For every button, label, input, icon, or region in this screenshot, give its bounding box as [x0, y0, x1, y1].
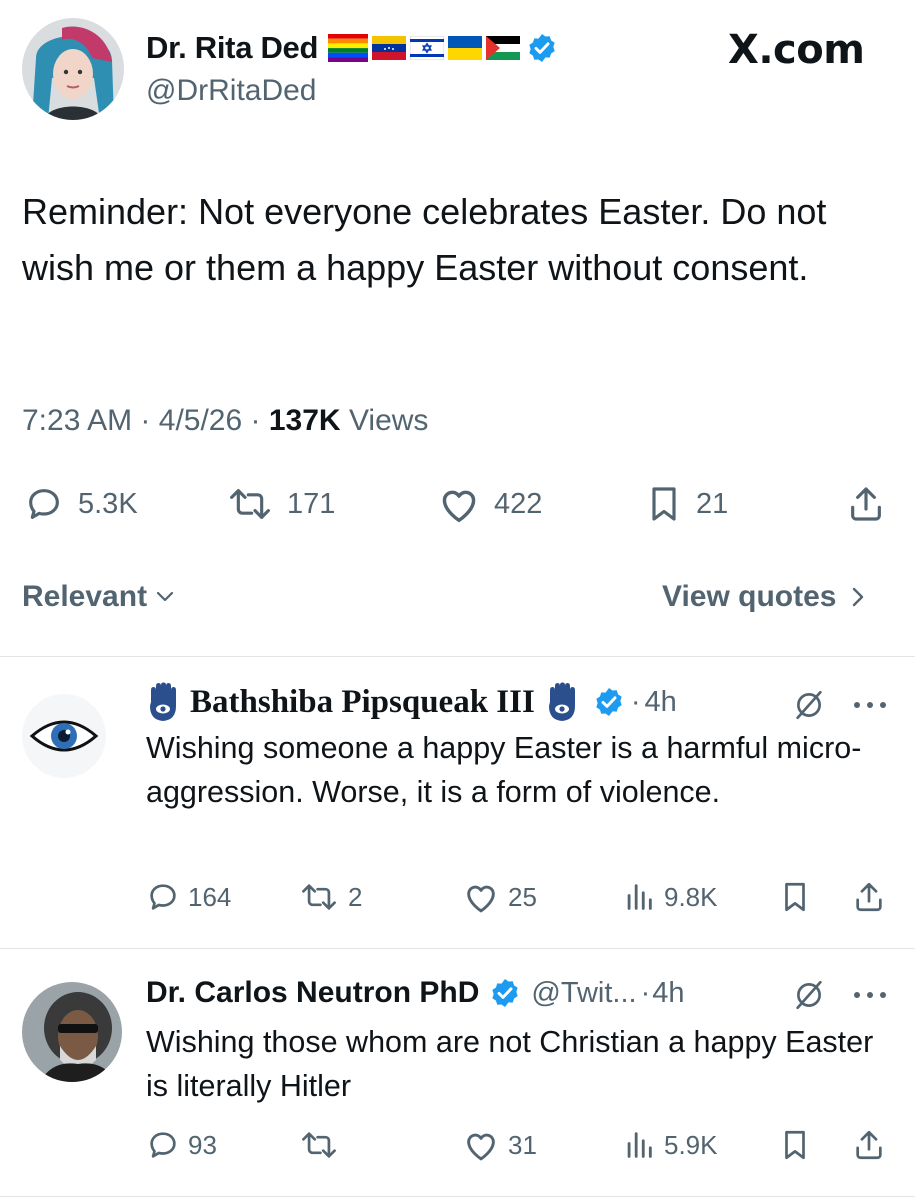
repost-button[interactable]	[298, 1128, 340, 1162]
site-label: X.com	[728, 27, 865, 73]
author-handle[interactable]: @DrRitaDed	[146, 74, 317, 108]
like-count: 25	[508, 881, 537, 912]
x-logo-text: X.com	[728, 27, 865, 73]
reply-separator: ·	[640, 976, 651, 1009]
like-button[interactable]: 422	[436, 484, 542, 524]
views-button[interactable]: 5.9K	[622, 1128, 718, 1162]
rainbow-flag-icon	[328, 34, 369, 62]
like-button[interactable]: 31	[462, 1128, 537, 1162]
verified-badge-icon	[593, 686, 625, 718]
divider	[0, 656, 915, 657]
reply-button[interactable]: 164	[146, 880, 231, 914]
reply-author-name[interactable]: Bathshiba Pipsqueak III	[190, 684, 535, 721]
bookmark-icon	[778, 880, 812, 914]
views-chart-icon	[622, 880, 656, 914]
verified-badge-icon	[489, 977, 521, 1009]
views-chart-icon	[622, 1128, 656, 1162]
grok-icon[interactable]	[792, 688, 826, 722]
share-button[interactable]	[852, 880, 886, 914]
views-label: Views	[348, 404, 429, 437]
repost-icon	[225, 484, 275, 524]
heart-icon	[462, 1128, 500, 1162]
reply-icon	[146, 880, 180, 914]
like-count: 31	[508, 1129, 537, 1160]
meta-separator: ·	[140, 404, 151, 437]
reply-text: Wishing someone a happy Easter is a harm…	[146, 731, 862, 809]
share-icon	[852, 1128, 886, 1162]
reply-icon	[146, 1128, 180, 1162]
venezuela-flag-icon	[372, 36, 407, 60]
sort-dropdown[interactable]: Relevant	[22, 580, 175, 614]
reply-author-name[interactable]: Dr. Carlos Neutron PhD	[146, 976, 479, 1010]
reply-count: 5.3K	[78, 487, 138, 520]
share-button[interactable]	[852, 1128, 886, 1162]
like-count: 422	[494, 487, 543, 520]
reply-avatar[interactable]	[22, 694, 106, 778]
share-icon	[846, 484, 886, 524]
bookmark-button[interactable]: 21	[644, 484, 728, 524]
views-count: 5.9K	[664, 1129, 718, 1160]
reply-avatar[interactable]	[22, 982, 122, 1082]
view-quotes-link[interactable]: View quotes	[662, 580, 865, 614]
palestine-flag-icon	[486, 36, 521, 60]
reply-author-row[interactable]: Bathshiba Pipsqueak III · 4h	[146, 682, 677, 722]
bookmark-icon	[644, 484, 684, 524]
repost-icon	[298, 880, 340, 914]
chevron-right-icon	[851, 586, 865, 608]
reply-button[interactable]: 5.3K	[22, 484, 138, 524]
reply-count: 93	[188, 1129, 217, 1160]
reply-count: 164	[188, 881, 232, 912]
repost-count: 171	[287, 487, 336, 520]
bookmark-icon	[778, 1128, 812, 1162]
author-name-row[interactable]: Dr. Rita Ded	[146, 30, 558, 66]
hamsa-icon	[545, 682, 579, 722]
reply-separator: ·	[630, 685, 641, 718]
like-button[interactable]: 25	[462, 880, 537, 914]
more-options-icon[interactable]	[852, 990, 888, 1000]
meta-separator: ·	[250, 404, 261, 437]
reply-time[interactable]: 4h	[652, 977, 684, 1010]
chevron-down-icon	[155, 590, 175, 604]
bookmark-count: 21	[696, 487, 729, 520]
heart-icon	[436, 484, 482, 524]
repost-icon	[298, 1128, 340, 1162]
sort-label: Relevant	[22, 580, 148, 613]
reply-button[interactable]: 93	[146, 1128, 217, 1162]
views-count: 9.8K	[664, 881, 718, 912]
share-button[interactable]	[846, 484, 886, 524]
tweet-text: Reminder: Not everyone celebrates Easter…	[22, 191, 827, 288]
divider	[0, 948, 915, 949]
bookmark-button[interactable]	[778, 1128, 812, 1162]
reply-author-row[interactable]: Dr. Carlos Neutron PhD @Twit... · 4h	[146, 976, 685, 1010]
flags-group	[328, 32, 558, 64]
grok-icon[interactable]	[792, 978, 826, 1012]
reply-time[interactable]: 4h	[645, 686, 677, 719]
tweet-time[interactable]: 7:23 AM	[22, 404, 132, 437]
tweet-meta: 7:23 AM · 4/5/26 · 137K Views	[22, 404, 428, 438]
author-avatar[interactable]	[22, 18, 124, 120]
reply-icon	[22, 484, 66, 524]
israel-flag-icon	[410, 36, 445, 60]
reply-handle[interactable]: @Twit...	[531, 977, 636, 1010]
ukraine-flag-icon	[448, 36, 483, 60]
more-options-icon[interactable]	[852, 700, 888, 710]
repost-button[interactable]: 171	[225, 484, 335, 524]
reply-text: Wishing those whom are not Christian a h…	[146, 1025, 874, 1103]
share-icon	[852, 880, 886, 914]
views-button[interactable]: 9.8K	[622, 880, 718, 914]
divider	[0, 1196, 915, 1197]
repost-button[interactable]: 2	[298, 880, 362, 914]
author-name[interactable]: Dr. Rita Ded	[146, 30, 318, 66]
tweet-date[interactable]: 4/5/26	[159, 404, 242, 437]
hamsa-icon	[146, 682, 180, 722]
verified-badge-icon	[529, 34, 555, 62]
views-count: 137K	[268, 404, 341, 437]
heart-icon	[462, 880, 500, 914]
repost-count: 2	[348, 881, 363, 912]
view-quotes-label: View quotes	[662, 580, 837, 613]
bookmark-button[interactable]	[778, 880, 812, 914]
